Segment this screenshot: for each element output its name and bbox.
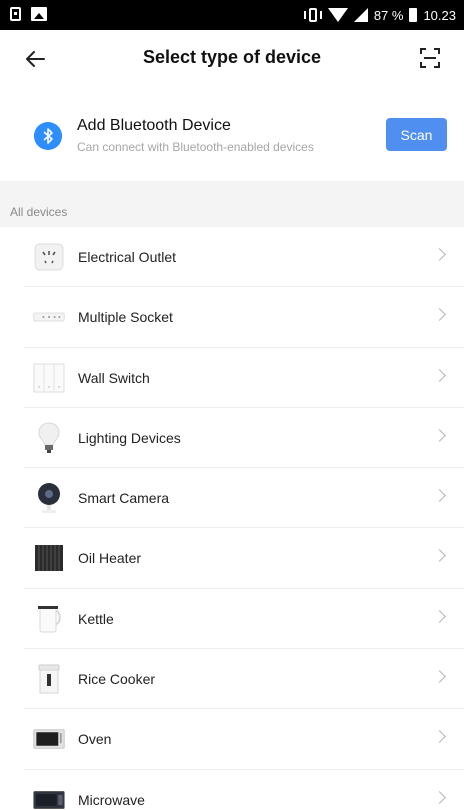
device-label: Oven <box>78 731 112 748</box>
device-row-microwave[interactable]: Microwave <box>0 770 464 810</box>
device-row-electrical-outlet[interactable]: Electrical Outlet <box>0 227 464 288</box>
device-row-lighting-devices[interactable]: Lighting Devices <box>0 408 464 469</box>
header: Select type of device <box>0 30 464 88</box>
outlet-icon <box>33 242 65 272</box>
device-label: Kettle <box>78 610 114 627</box>
device-label: Microwave <box>78 791 145 808</box>
bluetooth-title: Add Bluetooth Device <box>77 117 231 134</box>
section-header: All devices <box>0 181 464 227</box>
page-title: Select type of device <box>142 47 322 67</box>
bluetooth-subtitle: Can connect with Bluetooth-enabled devic… <box>77 140 314 154</box>
device-label: Electrical Outlet <box>78 249 177 265</box>
oven-icon <box>33 724 65 754</box>
signal-icon <box>353 8 368 22</box>
chevron-right-icon <box>433 429 446 442</box>
chevron-right-icon <box>433 248 446 261</box>
bluetooth-icon <box>34 122 62 150</box>
device-row-multiple-socket[interactable]: Multiple Socket <box>0 287 464 348</box>
status-bar: 87 % 10.23 <box>0 0 464 30</box>
clock: 10.23 <box>423 7 456 23</box>
device-label: Wall Switch <box>78 369 150 386</box>
status-right: 87 % 10.23 <box>303 0 456 30</box>
section-label: All devices <box>10 205 68 219</box>
device-row-smart-camera[interactable]: Smart Camera <box>0 468 464 529</box>
device-row-oil-heater[interactable]: Oil Heater <box>0 528 464 590</box>
wifi-icon <box>327 8 348 22</box>
add-bluetooth-row: Add Bluetooth Device Can connect with Bl… <box>0 100 464 170</box>
light-bulb-icon <box>33 422 65 453</box>
device-label: Rice Cooker <box>78 671 156 688</box>
device-label: Smart Camera <box>78 490 170 507</box>
scan-button[interactable]: Scan <box>386 118 447 151</box>
device-label: Lighting Devices <box>78 429 181 446</box>
chevron-right-icon <box>433 549 446 563</box>
device-label: Oil Heater <box>78 550 142 567</box>
chevron-right-icon <box>433 308 446 322</box>
chevron-right-icon <box>433 609 446 623</box>
kettle-icon <box>33 604 65 634</box>
notification-icon <box>10 7 21 21</box>
microwave-icon <box>33 785 65 810</box>
battery-icon <box>409 8 418 22</box>
vibrate-icon <box>303 8 322 22</box>
heater-icon <box>33 543 65 573</box>
chevron-right-icon <box>433 368 446 382</box>
device-list: Electrical Outlet Multiple Socket Wall S… <box>0 227 464 810</box>
scan-qr-icon[interactable] <box>418 46 442 70</box>
chevron-right-icon <box>433 790 446 804</box>
battery-percent: 87 % <box>373 7 404 23</box>
rice-cooker-icon <box>33 664 65 694</box>
device-label: Multiple Socket <box>78 309 173 326</box>
wall-switch-icon <box>33 363 65 393</box>
device-row-wall-switch[interactable]: Wall Switch <box>0 348 464 409</box>
chevron-right-icon <box>433 489 446 503</box>
chevron-right-icon <box>433 730 446 744</box>
power-strip-icon <box>33 302 65 332</box>
gallery-notification-icon <box>31 7 47 21</box>
device-row-rice-cooker[interactable]: Rice Cooker <box>0 649 464 710</box>
status-left-icons <box>10 7 47 21</box>
device-row-kettle[interactable]: Kettle <box>0 589 464 650</box>
device-row-oven[interactable]: Oven <box>0 709 464 770</box>
camera-icon <box>33 483 65 514</box>
chevron-right-icon <box>433 670 446 683</box>
